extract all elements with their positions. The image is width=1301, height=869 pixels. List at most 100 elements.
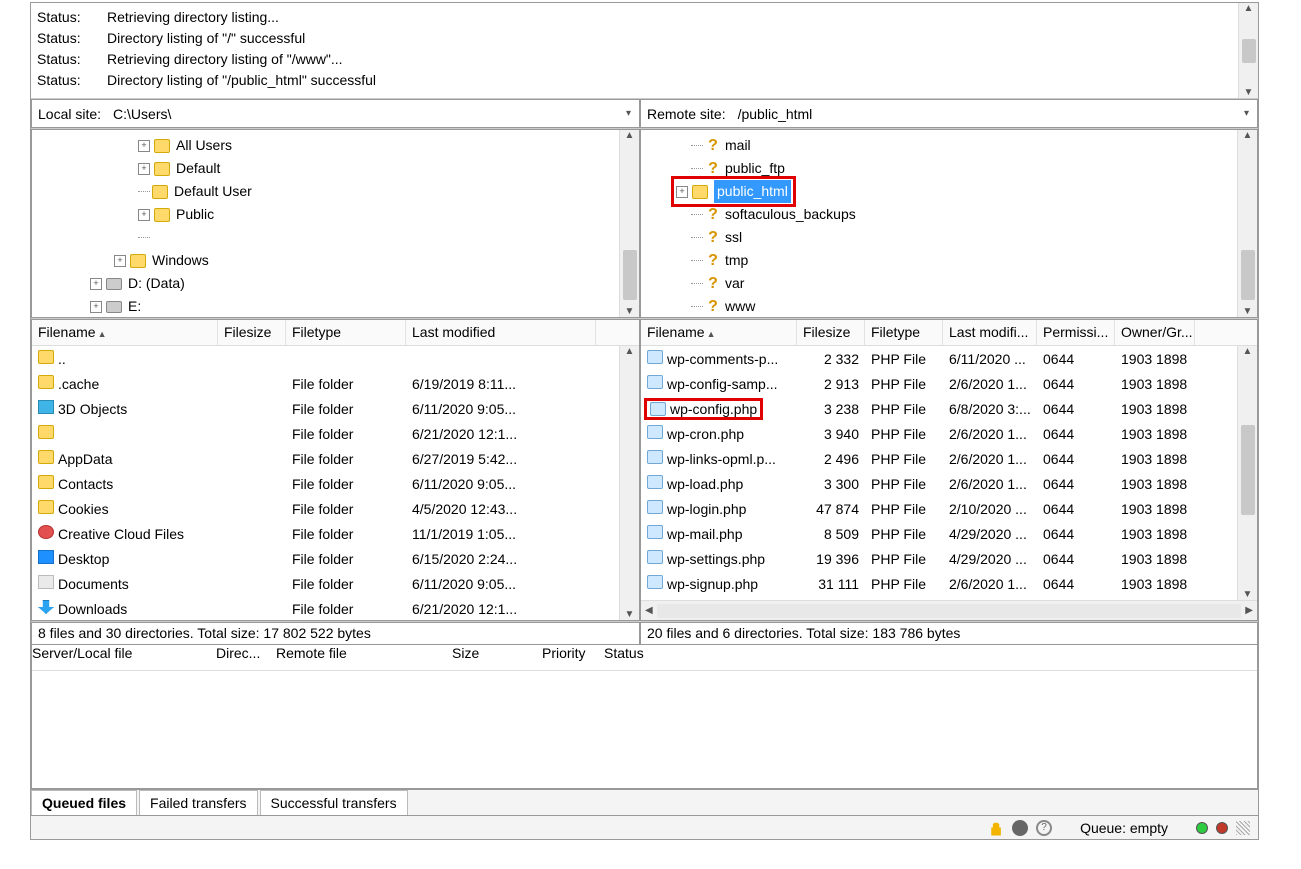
scroll-thumb[interactable] <box>1241 425 1255 515</box>
scroll-thumb[interactable] <box>623 250 637 300</box>
expand-icon[interactable]: + <box>90 278 102 290</box>
column-header[interactable]: Size <box>452 645 542 670</box>
local-tree-scrollbar[interactable]: ▲ ▼ <box>619 130 639 317</box>
column-header[interactable]: Filename▲ <box>641 320 797 345</box>
column-header[interactable]: Remote file <box>276 645 452 670</box>
column-header[interactable]: Filesize <box>218 320 286 345</box>
remote-tree[interactable]: ?mail?public_ftp+public_html?softaculous… <box>641 130 1237 317</box>
scroll-up-icon[interactable]: ▲ <box>1243 130 1253 141</box>
tree-item[interactable]: +All Users <box>38 134 613 157</box>
remote-tree-scrollbar[interactable]: ▲ ▼ <box>1237 130 1257 317</box>
tree-item[interactable]: ?mail <box>647 134 1231 157</box>
remote-file-list[interactable]: wp-comments-p...2 332PHP File6/11/2020 .… <box>641 346 1237 600</box>
column-header[interactable]: Last modified <box>406 320 596 345</box>
hscroll-track[interactable] <box>657 604 1242 618</box>
scroll-down-icon[interactable]: ▼ <box>1243 589 1253 600</box>
list-item[interactable]: wp-cron.php3 940PHP File2/6/2020 1...064… <box>641 421 1237 446</box>
tree-item[interactable] <box>38 226 613 249</box>
local-list-scrollbar[interactable]: ▲ ▼ <box>619 346 639 620</box>
expand-icon[interactable]: + <box>114 255 126 267</box>
tree-item[interactable]: ?tmp <box>647 249 1231 272</box>
column-header[interactable]: Priority <box>542 645 604 670</box>
list-item[interactable]: DownloadsFile folder6/21/2020 12:1... <box>32 596 619 620</box>
local-file-list[interactable]: ...cacheFile folder6/19/2019 8:11...3D O… <box>32 346 619 620</box>
tree-item[interactable]: Default User <box>38 180 613 203</box>
column-header[interactable]: Filesize <box>797 320 865 345</box>
resize-grip-icon[interactable] <box>1236 821 1250 835</box>
log-scrollbar[interactable]: ▲ ▼ <box>1238 3 1258 98</box>
tab-failed-transfers[interactable]: Failed transfers <box>139 790 257 815</box>
scroll-up-icon[interactable]: ▲ <box>1243 346 1253 357</box>
scroll-up-icon[interactable]: ▲ <box>625 346 635 357</box>
tree-item[interactable]: +Public <box>38 203 613 226</box>
list-item[interactable]: File folder6/21/2020 12:1... <box>32 421 619 446</box>
list-item[interactable]: 3D ObjectsFile folder6/11/2020 9:05... <box>32 396 619 421</box>
tree-item[interactable]: ?www <box>647 295 1231 317</box>
local-site-input[interactable]: C:\Users\ <box>107 106 618 122</box>
tree-item[interactable]: +Windows <box>38 249 613 272</box>
chevron-down-icon[interactable]: ▾ <box>1236 108 1257 119</box>
expand-icon[interactable]: + <box>138 209 150 221</box>
expand-icon[interactable]: + <box>676 186 688 198</box>
chevron-down-icon[interactable]: ▾ <box>618 108 639 119</box>
queue-body[interactable] <box>32 671 1257 788</box>
list-item[interactable]: .. <box>32 346 619 371</box>
column-header[interactable]: Last modifi... <box>943 320 1037 345</box>
local-tree[interactable]: +All Users+DefaultDefault User+Public +Wi… <box>32 130 619 317</box>
list-item[interactable]: wp-signup.php31 111PHP File2/6/2020 1...… <box>641 571 1237 596</box>
tree-item[interactable]: +E: <box>38 295 613 317</box>
list-item[interactable]: wp-login.php47 874PHP File2/10/2020 ...0… <box>641 496 1237 521</box>
column-header[interactable]: Filetype <box>865 320 943 345</box>
list-item[interactable]: ContactsFile folder6/11/2020 9:05... <box>32 471 619 496</box>
tab-queued-files[interactable]: Queued files <box>31 790 137 815</box>
list-item[interactable]: wp-settings.php19 396PHP File4/29/2020 .… <box>641 546 1237 571</box>
tree-item[interactable]: ?var <box>647 272 1231 295</box>
column-header[interactable]: Filetype <box>286 320 406 345</box>
list-item[interactable]: DocumentsFile folder6/11/2020 9:05... <box>32 571 619 596</box>
list-item[interactable]: Creative Cloud FilesFile folder11/1/2019… <box>32 521 619 546</box>
expand-icon[interactable]: + <box>138 163 150 175</box>
tree-item[interactable]: +public_html <box>647 180 1231 203</box>
expand-icon[interactable]: + <box>138 140 150 152</box>
list-item[interactable]: AppDataFile folder6/27/2019 5:42... <box>32 446 619 471</box>
list-item[interactable]: wp-config-samp...2 913PHP File2/6/2020 1… <box>641 371 1237 396</box>
column-header[interactable]: Direc... <box>216 645 276 670</box>
column-header[interactable]: Server/Local file <box>32 645 216 670</box>
tree-label: mail <box>725 134 751 157</box>
tree-item[interactable]: ?softaculous_backups <box>647 203 1231 226</box>
tree-item[interactable]: +Default <box>38 157 613 180</box>
lock-icon[interactable] <box>988 820 1004 836</box>
scroll-thumb[interactable] <box>1241 250 1255 300</box>
column-header[interactable]: Owner/Gr... <box>1115 320 1195 345</box>
scroll-down-icon[interactable]: ▼ <box>1243 306 1253 317</box>
list-item[interactable]: .cacheFile folder6/19/2019 8:11... <box>32 371 619 396</box>
remote-list-scrollbar[interactable]: ▲ ▼ <box>1237 346 1257 600</box>
status-log[interactable]: Status:Retrieving directory listing...St… <box>31 3 1238 98</box>
column-header[interactable]: Permissi... <box>1037 320 1115 345</box>
list-item[interactable]: wp-config.php3 238PHP File6/8/2020 3:...… <box>641 396 1237 421</box>
list-item[interactable]: wp-mail.php8 509PHP File4/29/2020 ...064… <box>641 521 1237 546</box>
tab-successful-transfers[interactable]: Successful transfers <box>260 790 408 815</box>
scroll-up-icon[interactable]: ▲ <box>625 130 635 141</box>
scroll-left-icon[interactable]: ◀ <box>645 605 653 616</box>
scroll-down-icon[interactable]: ▼ <box>1244 87 1254 98</box>
gear-icon[interactable] <box>1012 820 1028 836</box>
column-header[interactable]: Filename▲ <box>32 320 218 345</box>
expand-icon[interactable]: + <box>90 301 102 313</box>
scroll-right-icon[interactable]: ▶ <box>1245 605 1253 616</box>
remote-list-hscrollbar[interactable]: ◀ ▶ <box>641 600 1257 620</box>
scroll-up-icon[interactable]: ▲ <box>1244 3 1254 14</box>
list-item[interactable]: wp-links-opml.p...2 496PHP File2/6/2020 … <box>641 446 1237 471</box>
scroll-thumb[interactable] <box>1242 39 1256 63</box>
tree-item[interactable]: ?ssl <box>647 226 1231 249</box>
list-item[interactable]: wp-comments-p...2 332PHP File6/11/2020 .… <box>641 346 1237 371</box>
column-header[interactable]: Status <box>604 645 744 670</box>
scroll-down-icon[interactable]: ▼ <box>625 306 635 317</box>
scroll-down-icon[interactable]: ▼ <box>625 609 635 620</box>
tree-item[interactable]: +D: (Data) <box>38 272 613 295</box>
list-item[interactable]: wp-load.php3 300PHP File2/6/2020 1...064… <box>641 471 1237 496</box>
list-item[interactable]: CookiesFile folder4/5/2020 12:43... <box>32 496 619 521</box>
remote-site-input[interactable]: /public_html <box>732 106 1236 122</box>
list-item[interactable]: DesktopFile folder6/15/2020 2:24... <box>32 546 619 571</box>
help-icon[interactable]: ? <box>1036 820 1052 836</box>
